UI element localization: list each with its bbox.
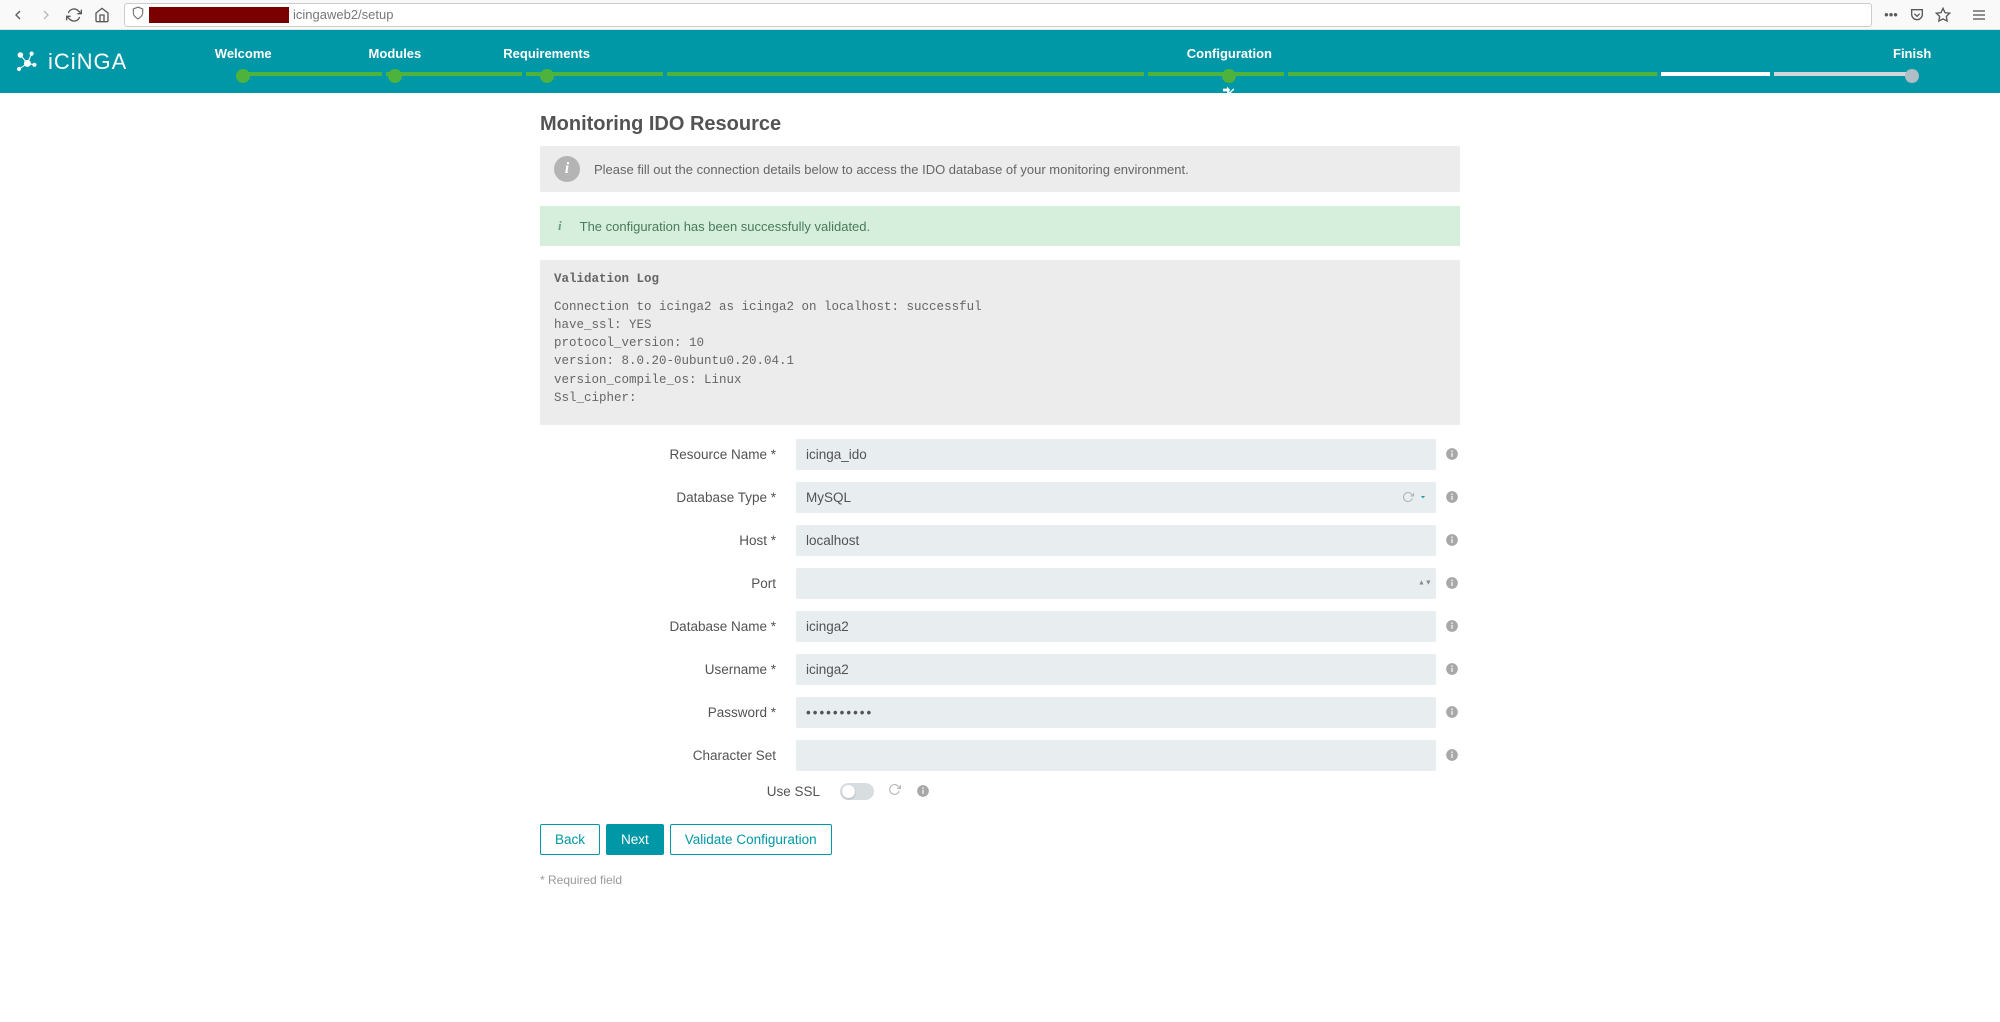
info-icon[interactable] [1444, 446, 1460, 462]
label-port: Port [540, 576, 796, 591]
step-label: Modules [369, 46, 422, 61]
info-icon: i [554, 156, 580, 182]
step-spacer [623, 40, 1154, 83]
track-seg [1774, 72, 1910, 76]
back-button[interactable]: Back [540, 824, 600, 855]
url-path: icingaweb2/setup [293, 7, 393, 22]
step-dot-icon [1222, 69, 1236, 83]
step-spacer2 [1305, 40, 1836, 83]
label-username: Username * [540, 662, 796, 677]
step-dot-icon [388, 69, 402, 83]
row-password: Password * [540, 697, 1460, 728]
row-database-name: Database Name * [540, 611, 1460, 642]
info-icon[interactable] [1444, 747, 1460, 763]
step-finish: Finish [1836, 40, 1988, 83]
step-dot-icon [1905, 69, 1919, 83]
refresh-icon[interactable] [888, 783, 901, 799]
browser-right-icons: ••• [1882, 6, 1994, 24]
character-set-input[interactable] [796, 740, 1436, 771]
database-name-input[interactable] [796, 611, 1436, 642]
info-box: i Please fill out the connection details… [540, 146, 1460, 192]
menu-icon[interactable] [1970, 6, 1988, 24]
shield-icon [131, 6, 145, 23]
label-host: Host * [540, 533, 796, 548]
info-text: Please fill out the connection details b… [594, 162, 1189, 177]
success-box: i The configuration has been successfull… [540, 206, 1460, 246]
row-database-type: Database Type * [540, 482, 1460, 513]
label-character-set: Character Set [540, 748, 796, 763]
validate-button[interactable]: Validate Configuration [670, 824, 832, 855]
track-seg [1661, 72, 1770, 76]
track-seg [667, 72, 1144, 76]
log-title: Validation Log [554, 272, 1446, 286]
row-character-set: Character Set [540, 740, 1460, 771]
info-icon[interactable] [1444, 489, 1460, 505]
step-label: Finish [1893, 46, 1931, 61]
step-modules[interactable]: Modules [319, 40, 471, 83]
label-password: Password * [540, 705, 796, 720]
step-label: Welcome [215, 46, 272, 61]
home-icon[interactable] [90, 3, 114, 27]
row-resource-name: Resource Name * [540, 439, 1460, 470]
validation-log: Validation Log Connection to icinga2 as … [540, 260, 1460, 425]
wizard-steps: Welcome Modules Requirements Configurati… [167, 40, 1988, 83]
step-label: Requirements [503, 46, 590, 61]
success-icon: i [558, 218, 562, 234]
step-requirements[interactable]: Requirements [471, 40, 623, 83]
icinga-logo: iCiNGA [12, 48, 127, 76]
label-database-name: Database Name * [540, 619, 796, 634]
browser-toolbar: icingaweb2/setup ••• [0, 0, 2000, 30]
port-input[interactable] [796, 568, 1436, 599]
pocket-icon[interactable] [1908, 6, 1926, 24]
info-icon[interactable] [1444, 704, 1460, 720]
row-host: Host * [540, 525, 1460, 556]
step-dot-icon [540, 69, 554, 83]
info-icon[interactable] [1444, 618, 1460, 634]
label-database-type: Database Type * [540, 490, 796, 505]
url-bar[interactable]: icingaweb2/setup [124, 3, 1872, 27]
button-row: Back Next Validate Configuration [540, 824, 1460, 855]
label-use-ssl: Use SSL [540, 784, 840, 799]
resource-name-input[interactable] [796, 439, 1436, 470]
info-icon[interactable] [1444, 661, 1460, 677]
step-label: Configuration [1187, 46, 1272, 61]
track-seg [245, 72, 381, 76]
step-configuration[interactable]: Configuration [1154, 40, 1306, 83]
info-icon[interactable] [915, 783, 931, 799]
username-input[interactable] [796, 654, 1436, 685]
use-ssl-toggle[interactable] [840, 783, 874, 800]
reload-icon[interactable] [62, 3, 86, 27]
number-spinner-icon[interactable]: ▲▼ [1418, 580, 1430, 587]
row-use-ssl: Use SSL [540, 783, 1460, 800]
row-username: Username * [540, 654, 1460, 685]
step-welcome[interactable]: Welcome [167, 40, 319, 83]
host-input[interactable] [796, 525, 1436, 556]
required-note: * Required field [540, 873, 1460, 887]
star-icon[interactable] [1934, 6, 1952, 24]
url-host-redacted [149, 7, 289, 23]
track-seg [386, 72, 522, 76]
info-icon[interactable] [1444, 532, 1460, 548]
label-resource-name: Resource Name * [540, 447, 796, 462]
wizard-header: iCiNGA Welcome Modules Requirements Conf… [0, 30, 2000, 93]
password-input[interactable] [796, 697, 1436, 728]
next-button[interactable]: Next [606, 824, 664, 855]
forward-nav-icon[interactable] [34, 3, 58, 27]
more-icon[interactable]: ••• [1882, 6, 1900, 24]
info-icon[interactable] [1444, 575, 1460, 591]
log-body: Connection to icinga2 as icinga2 on loca… [554, 298, 1446, 407]
back-nav-icon[interactable] [6, 3, 30, 27]
track-seg [1288, 72, 1656, 76]
step-dot-icon [236, 69, 250, 83]
step-current-icon [1221, 82, 1237, 101]
track-seg [1148, 72, 1284, 76]
database-type-select[interactable] [796, 482, 1436, 513]
success-text: The configuration has been successfully … [580, 219, 871, 234]
row-port: Port ▲▼ [540, 568, 1460, 599]
content: Monitoring IDO Resource i Please fill ou… [520, 93, 1480, 927]
page-title: Monitoring IDO Resource [540, 113, 1460, 136]
brand-text: iCiNGA [48, 49, 127, 75]
